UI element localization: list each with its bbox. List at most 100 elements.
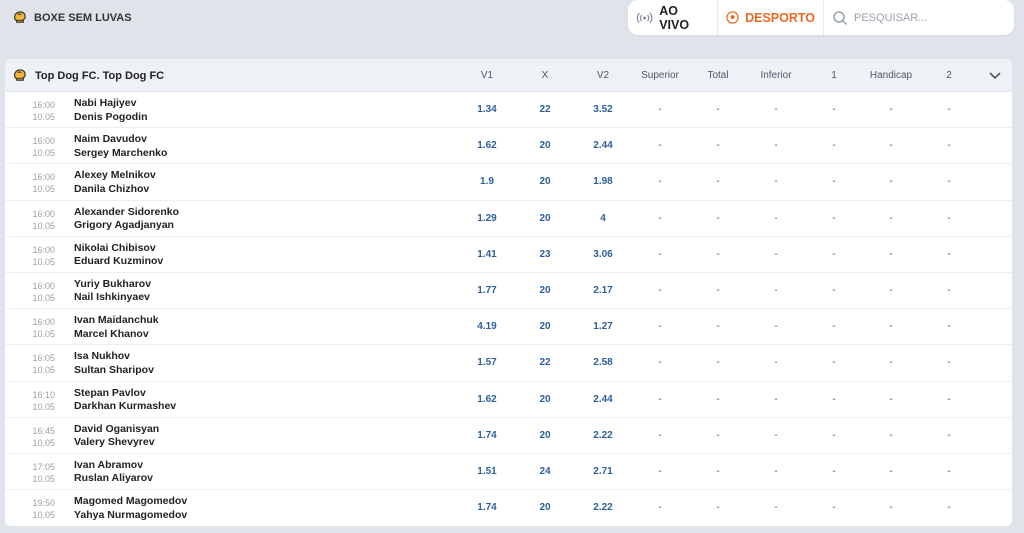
odds-cell-inferior: -: [774, 357, 778, 369]
odds-cell-1: -: [832, 248, 836, 260]
search-input[interactable]: [854, 11, 994, 24]
odds-cell-total: -: [716, 429, 720, 441]
match-datetime: 16:00 10.05: [19, 244, 55, 268]
odds-cell-v2[interactable]: 1.98: [593, 176, 612, 187]
match-fighters[interactable]: David Oganisyan Valery Shevyrev: [74, 423, 159, 450]
odds-cell-v2[interactable]: 3.52: [593, 104, 612, 115]
odds-cell-x[interactable]: 23: [539, 249, 550, 260]
match-date: 10.05: [32, 365, 55, 376]
odds-cell-x[interactable]: 20: [539, 176, 550, 187]
odds-cell-handicap: -: [889, 393, 893, 405]
odds-cell-v2[interactable]: 2.71: [593, 466, 612, 477]
odds-cell-v1[interactable]: 1.62: [477, 140, 496, 151]
odds-cell-1: -: [832, 140, 836, 152]
odds-cell-v1[interactable]: 1.9: [480, 176, 494, 187]
odds-cell-handicap: -: [889, 140, 893, 152]
fighter-2-name: Sultan Sharipov: [74, 363, 154, 376]
odds-cell-x[interactable]: 20: [539, 140, 550, 151]
search-box[interactable]: [824, 0, 1014, 35]
odds-cell-total: -: [716, 357, 720, 369]
table-row: 16:00 10.05 Ivan Maidanchuk Marcel Khanov 4.…: [5, 309, 1012, 346]
odds-cell-v1[interactable]: 4.19: [477, 321, 496, 332]
odds-cell-inferior: -: [774, 284, 778, 296]
boxing-glove-icon: [14, 69, 26, 81]
odds-cell-v2[interactable]: 2.44: [593, 394, 612, 405]
fighter-2-name: Marcel Khanov: [74, 327, 149, 340]
sport-title[interactable]: BOXE SEM LUVAS: [12, 10, 132, 25]
match-fighters[interactable]: Isa Nukhov Sultan Sharipov: [74, 350, 154, 377]
fighter-1-name: Alexander Sidorenko: [74, 205, 180, 218]
odds-cell-superior: -: [658, 284, 662, 296]
match-date: 10.05: [32, 510, 55, 521]
odds-cell-v1[interactable]: 1.34: [477, 104, 496, 115]
odds-cell-x[interactable]: 20: [539, 430, 550, 441]
odds-cell-inferior: -: [774, 140, 778, 152]
chevron-down-icon[interactable]: [987, 67, 1003, 83]
odds-cell-v2[interactable]: 2.44: [593, 140, 612, 151]
fighter-2-name: Nail Ishkinyaev: [74, 291, 150, 304]
fighter-2-name: Yahya Nurmagomedov: [74, 508, 188, 521]
live-broadcast-icon: [636, 12, 653, 23]
odds-cell-handicap: -: [889, 321, 893, 333]
odds-cell-1: -: [832, 357, 836, 369]
match-date: 10.05: [32, 292, 55, 303]
odds-cell-v2[interactable]: 2.58: [593, 357, 612, 368]
fighter-1-name: Nabi Hajiyev: [74, 97, 137, 109]
odds-cell-x[interactable]: 20: [539, 394, 550, 405]
match-fighters[interactable]: Naim Davudov Sergey Marchenko: [74, 133, 167, 160]
odds-cell-2: -: [947, 357, 951, 369]
odds-cell-v1[interactable]: 1.77: [477, 285, 496, 296]
league-header[interactable]: Top Dog FC. Top Dog FC V1 X V2 Superior …: [5, 59, 1012, 92]
odds-cell-x[interactable]: 20: [539, 213, 550, 224]
odds-cell-x[interactable]: 24: [539, 466, 550, 477]
table-row: 16:00 10.05 Nikolai Chibisov Eduard Kuzmino…: [5, 237, 1012, 273]
odds-cell-total: -: [716, 212, 720, 224]
match-fighters[interactable]: Alexey Melnikov Danila Chizhov: [74, 169, 156, 196]
fighter-1-name: Naim Davudov: [74, 133, 147, 146]
odds-cell-x[interactable]: 20: [539, 502, 550, 513]
odds-cell-v2[interactable]: 3.06: [593, 249, 612, 260]
table-row: 16:45 10.05 David Oganisyan Valery Shevyrev…: [5, 418, 1012, 454]
odds-cell-superior: -: [658, 104, 662, 115]
match-fighters[interactable]: Nikolai Chibisov Eduard Kuzminov: [74, 242, 163, 269]
odds-cell-v2[interactable]: 1.27: [593, 321, 612, 332]
column-header-total: Total: [707, 70, 729, 81]
odds-cell-v1[interactable]: 1.62: [477, 394, 496, 405]
table-row: 16:00 10.05 Alexander Sidorenko Grigory Aga…: [5, 201, 1012, 237]
odds-cell-v2[interactable]: 2.17: [593, 285, 612, 296]
match-list: 16:00 10.05 Nabi Hajiyev Denis Pogodin 1.34 2…: [5, 92, 1012, 526]
match-time: 16:00: [32, 280, 55, 291]
match-fighters[interactable]: Nabi Hajiyev Denis Pogodin: [74, 97, 148, 124]
odds-cell-v1[interactable]: 1.51: [477, 466, 496, 477]
fighter-1-name: Yuriy Bukharov: [74, 277, 152, 290]
odds-cell-v2[interactable]: 4: [600, 213, 606, 224]
match-fighters[interactable]: Stepan Pavlov Darkhan Kurmashev: [74, 387, 176, 414]
odds-cell-v2[interactable]: 2.22: [593, 502, 612, 513]
odds-cell-v1[interactable]: 1.74: [477, 502, 496, 513]
top-bar: BOXE SEM LUVAS AO VIVO DESPORTO: [0, 0, 1024, 36]
match-date: 10.05: [32, 329, 55, 340]
odds-cell-v1[interactable]: 1.29: [477, 213, 496, 224]
odds-cell-v1[interactable]: 1.41: [477, 249, 496, 260]
match-fighters[interactable]: Alexander Sidorenko Grigory Agadjanyan: [74, 206, 179, 233]
odds-cell-x[interactable]: 22: [539, 357, 550, 368]
match-time: 16:05: [32, 353, 55, 364]
odds-cell-v2[interactable]: 2.22: [593, 430, 612, 441]
match-date: 10.05: [32, 184, 55, 195]
column-header-handicap: Handicap: [869, 70, 913, 81]
odds-cell-total: -: [716, 502, 720, 514]
match-fighters[interactable]: Ivan Maidanchuk Marcel Khanov: [74, 314, 159, 341]
odds-cell-x[interactable]: 20: [539, 285, 550, 296]
odds-cell-v1[interactable]: 1.57: [477, 357, 496, 368]
odds-cell-x[interactable]: 22: [539, 104, 550, 115]
match-fighters[interactable]: Magomed Magomedov Yahya Nurmagomedov: [74, 495, 187, 522]
odds-cell-v1[interactable]: 1.74: [477, 430, 496, 441]
odds-cell-x[interactable]: 20: [539, 321, 550, 332]
live-button[interactable]: AO VIVO: [628, 0, 718, 35]
sport-button[interactable]: DESPORTO: [718, 0, 824, 35]
match-fighters[interactable]: Yuriy Bukharov Nail Ishkinyaev: [74, 278, 151, 305]
odds-cell-1: -: [832, 321, 836, 333]
match-fighters[interactable]: Ivan Abramov Ruslan Aliyarov: [74, 459, 153, 486]
match-time: 16:00: [32, 100, 55, 110]
column-header-1: 1: [831, 70, 837, 81]
